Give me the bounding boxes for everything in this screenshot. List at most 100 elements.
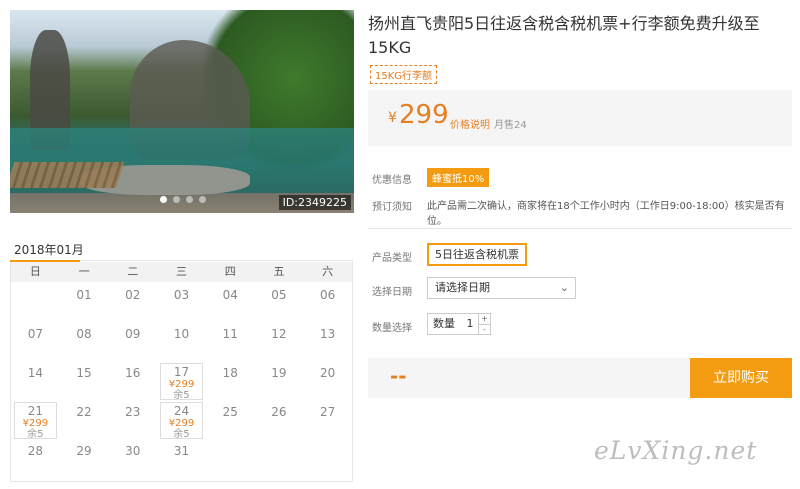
calendar-day: 19 — [255, 363, 304, 402]
day-number: 17 — [173, 365, 190, 379]
calendar-day: 01 — [60, 285, 109, 324]
price-amount: 299 — [399, 100, 449, 130]
day-number: 07 — [27, 327, 43, 341]
calendar-day: 18 — [206, 363, 255, 402]
quantity-stepper-buttons: + - — [478, 314, 490, 334]
calendar-day: 25 — [206, 402, 255, 441]
day-stock: 余5 — [173, 390, 190, 401]
day-number: 13 — [320, 327, 336, 341]
day-number: 26 — [271, 405, 287, 419]
currency-symbol: ¥ — [388, 110, 397, 126]
quantity-value[interactable]: 1 — [467, 317, 474, 330]
section-divider — [368, 228, 792, 229]
weekday-label: 二 — [127, 265, 139, 278]
day-number: 19 — [271, 366, 287, 380]
day-price: ¥299 — [168, 418, 195, 429]
date-select[interactable]: 请选择日期 ⌄ — [427, 277, 576, 299]
calendar-day: 28 — [11, 441, 60, 480]
day-number: 10 — [173, 327, 190, 341]
product-title: 扬州直飞贵阳5日往返含税含税机票+行李额免费升级至15KG — [368, 14, 760, 57]
calendar-day: 13 — [303, 324, 352, 363]
chevron-down-icon: ⌄ — [559, 281, 569, 294]
day-number: 02 — [125, 288, 141, 302]
calendar-day: 30 — [108, 441, 157, 480]
calendar-day: 03 — [157, 285, 206, 324]
luggage-tag: 15KG行李额 — [370, 65, 438, 84]
day-number: 18 — [222, 366, 238, 380]
weekday-label: 五 — [273, 265, 285, 278]
discount-label: 优惠信息 — [372, 175, 412, 186]
date-label: 选择日期 — [372, 287, 412, 298]
price-box: ¥ 299 价格说明 月售24 — [368, 90, 792, 146]
carousel-dot[interactable] — [186, 196, 193, 203]
day-number: 27 — [320, 405, 336, 419]
day-number: 20 — [320, 366, 336, 380]
discount-badge: 蜂蜜抵10% — [427, 168, 490, 187]
booking-label: 预订须知 — [372, 202, 412, 213]
day-number: 22 — [76, 405, 92, 419]
total-price: -- — [390, 364, 407, 388]
product-photo[interactable]: ID:2349225 — [10, 10, 354, 213]
calendar-day: 07 — [11, 324, 60, 363]
weekday-label: 一 — [78, 265, 90, 278]
carousel-dot[interactable] — [199, 196, 206, 203]
day-number: 23 — [125, 405, 141, 419]
calendar-day-available[interactable]: 24 ¥299 余5 — [160, 402, 203, 440]
calendar-day: 08 — [60, 324, 109, 363]
day-number: 31 — [173, 444, 190, 458]
carousel-dot[interactable] — [160, 196, 167, 203]
calendar-day: 15 — [60, 363, 109, 402]
calendar-day: 20 — [303, 363, 352, 402]
day-number: 25 — [222, 405, 238, 419]
day-number: 16 — [125, 366, 141, 380]
calendar-day-available[interactable]: 17 ¥299 余5 — [160, 363, 203, 401]
quantity-decrease-button[interactable]: - — [479, 323, 490, 335]
calendar-weekday-header: 日一二三四五六 — [11, 262, 352, 282]
day-number: 01 — [76, 288, 92, 302]
day-stock: 余5 — [27, 429, 44, 440]
calendar-day: 22 — [60, 402, 109, 441]
calendar-grid: 01 02 03 04 05 06 07 08 09 10 11 12 13 14 15 16 17 ¥299 余5… — [11, 282, 352, 480]
day-number: 28 — [27, 444, 43, 458]
calendar-day: 04 — [206, 285, 255, 324]
product-type-label: 产品类型 — [372, 253, 412, 264]
calendar-month-tab[interactable]: 2018年01月 — [14, 241, 84, 258]
day-number: 30 — [125, 444, 141, 458]
calendar-day-available[interactable]: 21 ¥299 余5 — [14, 402, 57, 440]
monthly-sales: 月售24 — [494, 120, 527, 131]
day-number: 12 — [271, 327, 287, 341]
quantity-stepper[interactable]: 数量 1 + - — [427, 313, 491, 335]
calendar: 日 一 二 三 四 五 六 01 02 03 04 05 06 07 08 09 10 11 12 13 14 15 16… — [10, 262, 353, 482]
weekday-label: 四 — [224, 265, 236, 278]
day-number: 03 — [173, 288, 190, 302]
day-number: 15 — [76, 366, 92, 380]
quantity-increase-button[interactable]: + — [479, 314, 490, 324]
day-number: 05 — [271, 288, 287, 302]
day-number: 14 — [27, 366, 43, 380]
day-number: 29 — [76, 444, 92, 458]
calendar-day: 09 — [108, 324, 157, 363]
quantity-label: 数量选择 — [372, 323, 412, 334]
calendar-day: 29 — [60, 441, 109, 480]
buy-bar: -- 立即购买 — [368, 358, 792, 398]
calendar-day: 23 — [108, 402, 157, 441]
calendar-day: 05 — [255, 285, 304, 324]
calendar-day: 10 — [157, 324, 206, 363]
day-number: 08 — [76, 327, 92, 341]
calendar-divider — [80, 260, 353, 261]
carousel-dot[interactable] — [173, 196, 180, 203]
day-price: ¥299 — [168, 379, 195, 390]
price-explain-link[interactable]: 价格说明 — [450, 116, 490, 131]
product-type-option[interactable]: 5日往返含税机票 — [427, 243, 527, 266]
calendar-day: 14 — [11, 363, 60, 402]
calendar-day: 31 — [157, 441, 206, 480]
photo-id-label: ID:2349225 — [278, 195, 351, 210]
weekday-label: 三 — [176, 265, 188, 278]
calendar-day: 12 — [255, 324, 304, 363]
day-number: 09 — [125, 327, 141, 341]
calendar-day: 11 — [206, 324, 255, 363]
buy-now-button[interactable]: 立即购买 — [690, 358, 792, 398]
day-price: ¥299 — [22, 418, 49, 429]
calendar-day: 02 — [108, 285, 157, 324]
weekday-label: 六 — [322, 265, 334, 278]
